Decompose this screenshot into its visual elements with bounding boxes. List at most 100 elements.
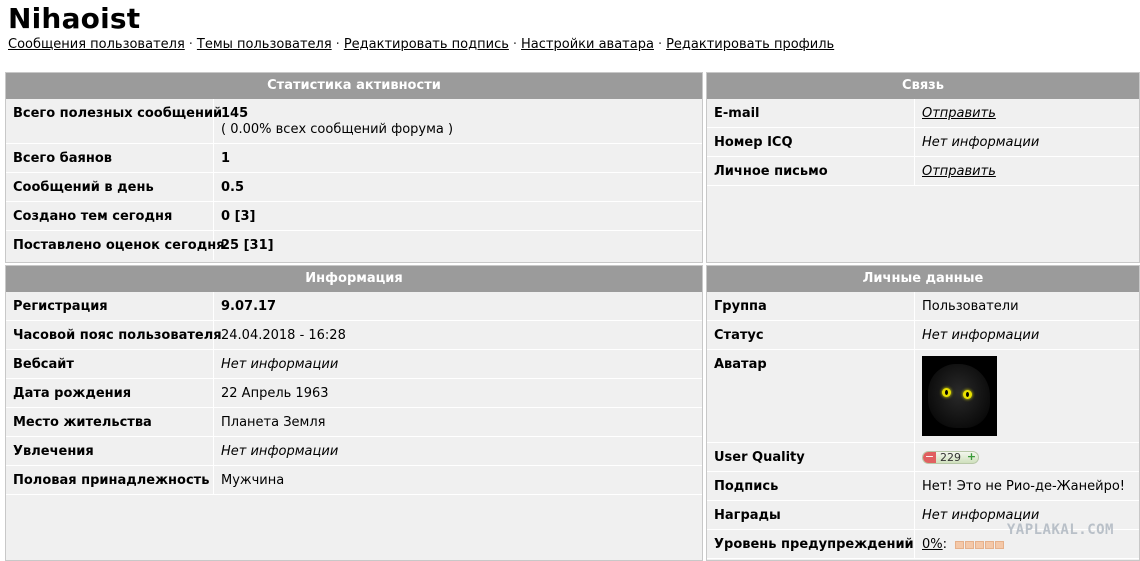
personal-label: User Quality bbox=[707, 443, 915, 471]
stat-value-main: 145 bbox=[221, 106, 249, 121]
avatar-settings-link[interactable]: Настройки аватара bbox=[521, 37, 654, 52]
quality-plus-button[interactable]: + bbox=[965, 452, 978, 463]
activity-stats-panel: Статистика активности Всего полезных соо… bbox=[5, 72, 703, 263]
info-panel: Информация Регистрация 9.07.17 Часовой п… bbox=[5, 265, 703, 561]
warning-level-bar bbox=[955, 540, 1005, 549]
personal-label: Подпись bbox=[707, 472, 915, 500]
info-value: Мужчина bbox=[221, 473, 285, 488]
link-separator: · bbox=[188, 37, 193, 52]
cat-eye-left-icon bbox=[942, 388, 951, 397]
contact-row-icq: Номер ICQ Нет информации bbox=[707, 128, 1139, 157]
stat-label: Поставлено оценок сегодня bbox=[6, 231, 225, 260]
warning-box-icon bbox=[955, 540, 965, 549]
stat-value: 1 bbox=[221, 151, 231, 166]
personal-label: Группа bbox=[707, 292, 915, 320]
user-posts-link[interactable]: Сообщения пользователя bbox=[8, 37, 185, 52]
black-cat-image bbox=[928, 364, 990, 428]
username-title: Nihaoist bbox=[8, 2, 141, 35]
info-row-hobbies: Увлечения Нет информации bbox=[6, 437, 702, 466]
warning-level-cell: 0%: bbox=[915, 530, 1011, 558]
info-row-gender: Половая принадлежность Мужчина bbox=[6, 466, 702, 495]
stat-row-topics-today: Создано тем сегодня 0 [3] bbox=[6, 202, 702, 231]
personal-value: Нет! Это не Рио-де-Жанейро! bbox=[922, 479, 1125, 494]
contact-row-email: E-mail Отправить bbox=[707, 99, 1139, 128]
info-value: 22 Апрель 1963 bbox=[221, 386, 329, 401]
user-quality-widget: − 229 + bbox=[922, 451, 979, 464]
contact-value: Нет информации bbox=[922, 135, 1040, 150]
info-label: Увлечения bbox=[6, 437, 214, 465]
warning-box-icon bbox=[975, 540, 985, 549]
stat-value: 0.5 bbox=[221, 180, 245, 195]
contact-header: Связь bbox=[707, 73, 1139, 99]
stat-label: Сообщений в день bbox=[6, 173, 214, 201]
stat-value-sub: ( 0.00% всех сообщений форума ) bbox=[221, 122, 454, 137]
personal-row-user-quality: User Quality − 229 + bbox=[707, 443, 1139, 472]
info-label: Дата рождения bbox=[6, 379, 214, 407]
avatar-cell bbox=[915, 350, 1004, 442]
activity-stats-header: Статистика активности bbox=[6, 73, 702, 99]
contact-row-pm: Личное письмо Отправить bbox=[707, 157, 1139, 186]
send-pm-link[interactable]: Отправить bbox=[915, 157, 1003, 185]
stat-row-posts-per-day: Сообщений в день 0.5 bbox=[6, 173, 702, 202]
contact-label: Личное письмо bbox=[707, 157, 915, 185]
quality-score: 229 bbox=[940, 451, 961, 464]
edit-signature-link[interactable]: Редактировать подпись bbox=[344, 37, 509, 52]
info-row-registration: Регистрация 9.07.17 bbox=[6, 292, 702, 321]
stat-label: Всего баянов bbox=[6, 144, 214, 172]
info-row-website: Вебсайт Нет информации bbox=[6, 350, 702, 379]
warning-box-icon bbox=[985, 540, 995, 549]
info-value: 9.07.17 bbox=[221, 299, 277, 314]
info-label: Регистрация bbox=[6, 292, 214, 320]
contact-label: E-mail bbox=[707, 99, 915, 127]
personal-panel: Личные данные Группа Пользователи Статус… bbox=[706, 265, 1140, 561]
personal-label: Награды bbox=[707, 501, 915, 529]
info-label: Вебсайт bbox=[6, 350, 214, 378]
info-row-location: Место жительства Планета Земля bbox=[6, 408, 702, 437]
stat-label: Создано тем сегодня bbox=[6, 202, 214, 230]
stat-value: 0 [3] bbox=[221, 209, 256, 224]
personal-row-status: Статус Нет информации bbox=[707, 321, 1139, 350]
warning-level-colon: : bbox=[942, 537, 948, 552]
info-row-timezone: Часовой пояс пользователя 24.04.2018 - 1… bbox=[6, 321, 702, 350]
stat-row-useful-posts: Всего полезных сообщений 145 ( 0.00% все… bbox=[6, 99, 702, 144]
stat-value: 25 [31] bbox=[221, 238, 274, 253]
link-separator: · bbox=[335, 37, 340, 52]
link-separator: · bbox=[512, 37, 518, 52]
stat-value: 145 ( 0.00% всех сообщений форума ) bbox=[214, 99, 460, 143]
warning-level-link[interactable]: 0% bbox=[922, 537, 943, 552]
personal-label: Статус bbox=[707, 321, 915, 349]
info-header: Информация bbox=[6, 266, 702, 292]
personal-header: Личные данные bbox=[707, 266, 1139, 292]
stat-row-ratings-today: Поставлено оценок сегодня 25 [31] bbox=[6, 231, 702, 260]
info-label: Место жительства bbox=[6, 408, 214, 436]
info-value: Нет информации bbox=[221, 357, 339, 372]
personal-row-group: Группа Пользователи bbox=[707, 292, 1139, 321]
user-topics-link[interactable]: Темы пользователя bbox=[197, 37, 332, 52]
personal-label: Уровень предупреждений bbox=[707, 530, 915, 558]
avatar bbox=[922, 356, 997, 436]
info-label: Половая принадлежность bbox=[6, 466, 214, 494]
edit-profile-link[interactable]: Редактировать профиль bbox=[666, 37, 834, 52]
info-label: Часовой пояс пользователя bbox=[6, 321, 222, 349]
personal-value: Пользователи bbox=[922, 299, 1019, 314]
warning-box-icon bbox=[965, 540, 975, 549]
info-value: 24.04.2018 - 16:28 bbox=[221, 328, 346, 343]
send-email-link[interactable]: Отправить bbox=[915, 99, 1003, 127]
info-value: Планета Земля bbox=[221, 415, 326, 430]
contact-panel: Связь E-mail Отправить Номер ICQ Нет инф… bbox=[706, 72, 1140, 263]
stat-label: Всего полезных сообщений bbox=[6, 99, 222, 143]
personal-row-avatar: Аватар bbox=[707, 350, 1139, 443]
contact-label: Номер ICQ bbox=[707, 128, 915, 156]
info-value: Нет информации bbox=[221, 444, 339, 459]
link-separator: · bbox=[657, 37, 663, 52]
personal-row-signature: Подпись Нет! Это не Рио-де-Жанейро! bbox=[707, 472, 1139, 501]
cat-eye-right-icon bbox=[963, 390, 972, 399]
personal-label: Аватар bbox=[707, 350, 915, 442]
personal-value: Нет информации bbox=[922, 328, 1040, 343]
profile-links: Сообщения пользователя · Темы пользователя… bbox=[8, 37, 834, 52]
user-quality-cell: − 229 + bbox=[915, 443, 986, 471]
info-row-birthday: Дата рождения 22 Апрель 1963 bbox=[6, 379, 702, 408]
site-watermark: YAPLAKAL.COM bbox=[1006, 522, 1114, 538]
stat-row-bayans: Всего баянов 1 bbox=[6, 144, 702, 173]
quality-minus-button[interactable]: − bbox=[923, 452, 936, 463]
